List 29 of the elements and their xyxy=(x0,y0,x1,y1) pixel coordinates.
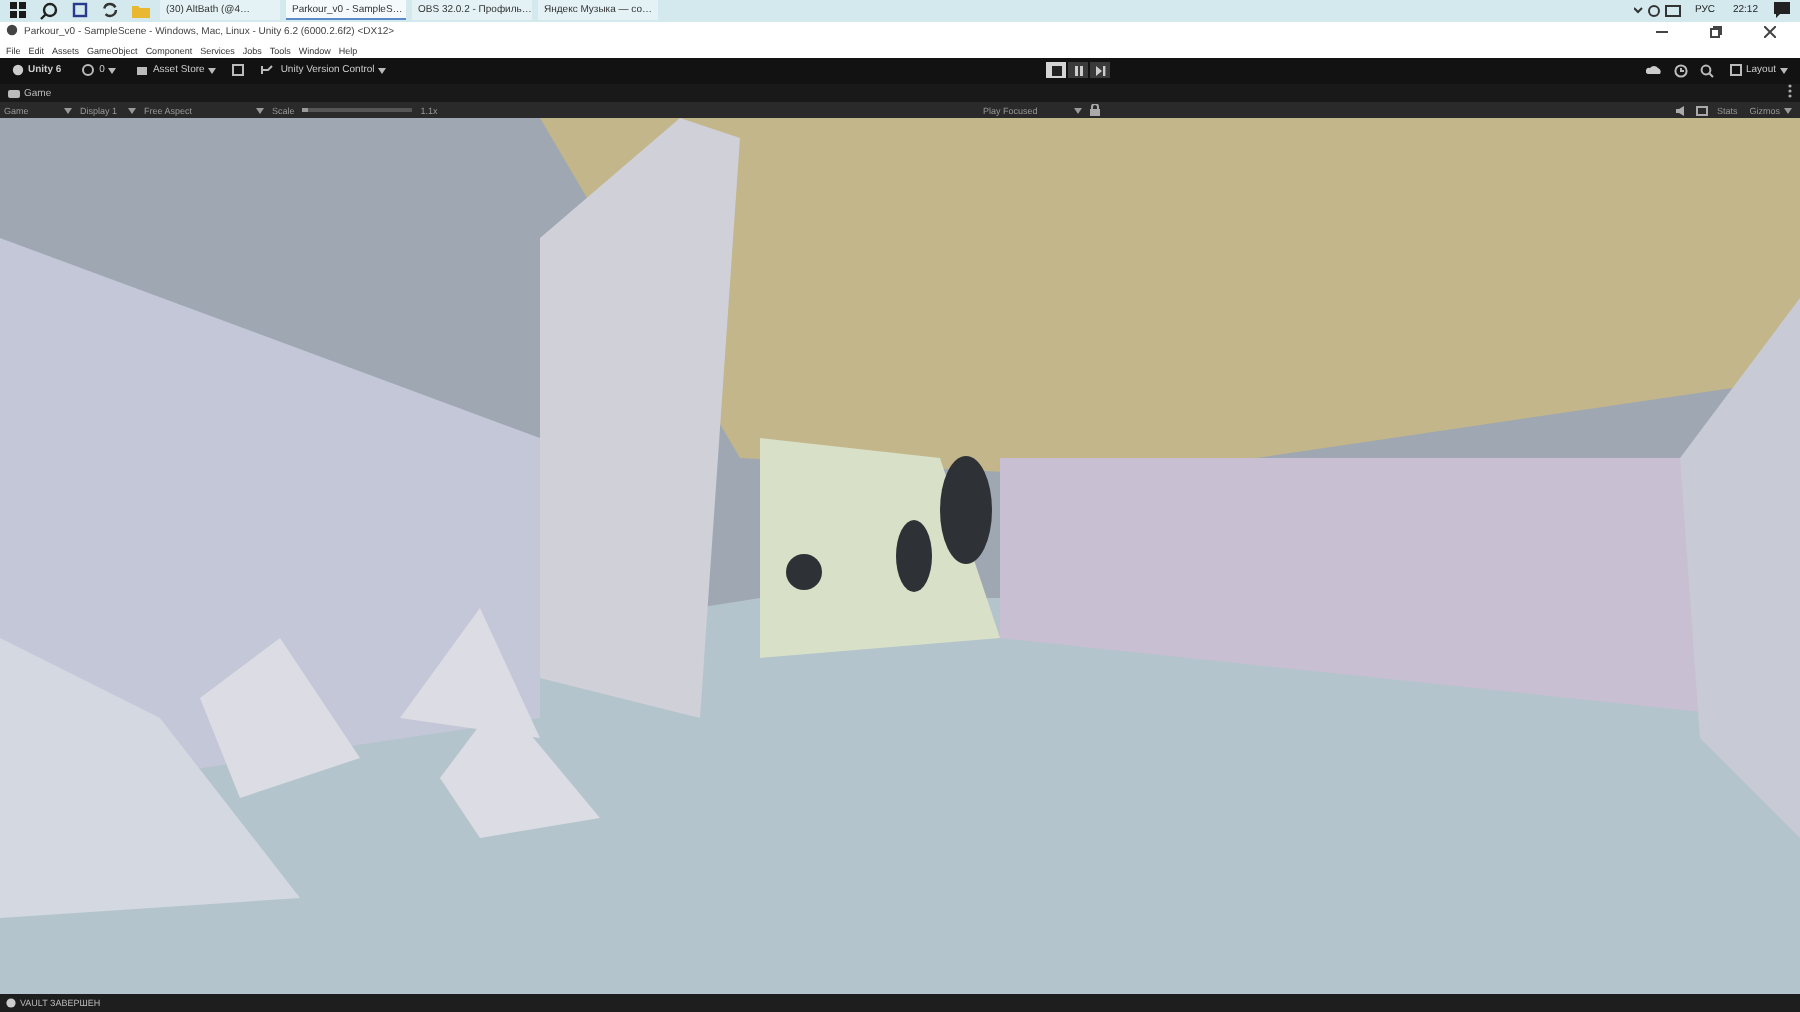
search-icon[interactable] xyxy=(36,1,62,20)
caret-icon xyxy=(378,67,387,74)
pause-button[interactable] xyxy=(1068,62,1089,79)
scale-slider[interactable] xyxy=(302,108,413,113)
sync-icon[interactable] xyxy=(98,2,122,19)
lock-icon[interactable] xyxy=(1090,104,1101,117)
unity-logo-icon xyxy=(6,24,18,41)
globe-icon xyxy=(81,64,96,77)
cloud-icon[interactable] xyxy=(1646,64,1662,77)
start-icon[interactable] xyxy=(6,2,30,19)
caret-icon xyxy=(1784,107,1792,114)
caret-icon xyxy=(64,107,72,114)
play-button[interactable] xyxy=(1046,62,1067,79)
search-icon[interactable] xyxy=(1700,63,1714,78)
caret-icon xyxy=(128,107,136,114)
caret-icon xyxy=(208,67,217,74)
tray-icons[interactable] xyxy=(1634,3,1683,18)
branch-icon xyxy=(260,64,277,77)
layout-icon xyxy=(1730,64,1742,77)
task-view-icon[interactable] xyxy=(68,2,92,19)
caret-icon xyxy=(1074,107,1083,114)
unity-logo-icon xyxy=(12,64,24,77)
caret-icon xyxy=(1780,67,1789,74)
step-button[interactable] xyxy=(1090,62,1111,79)
caret-icon xyxy=(256,107,264,114)
history-icon[interactable] xyxy=(1674,63,1688,78)
caret-icon xyxy=(108,67,117,74)
notification-icon[interactable] xyxy=(1770,2,1794,19)
info-icon xyxy=(6,997,16,1010)
